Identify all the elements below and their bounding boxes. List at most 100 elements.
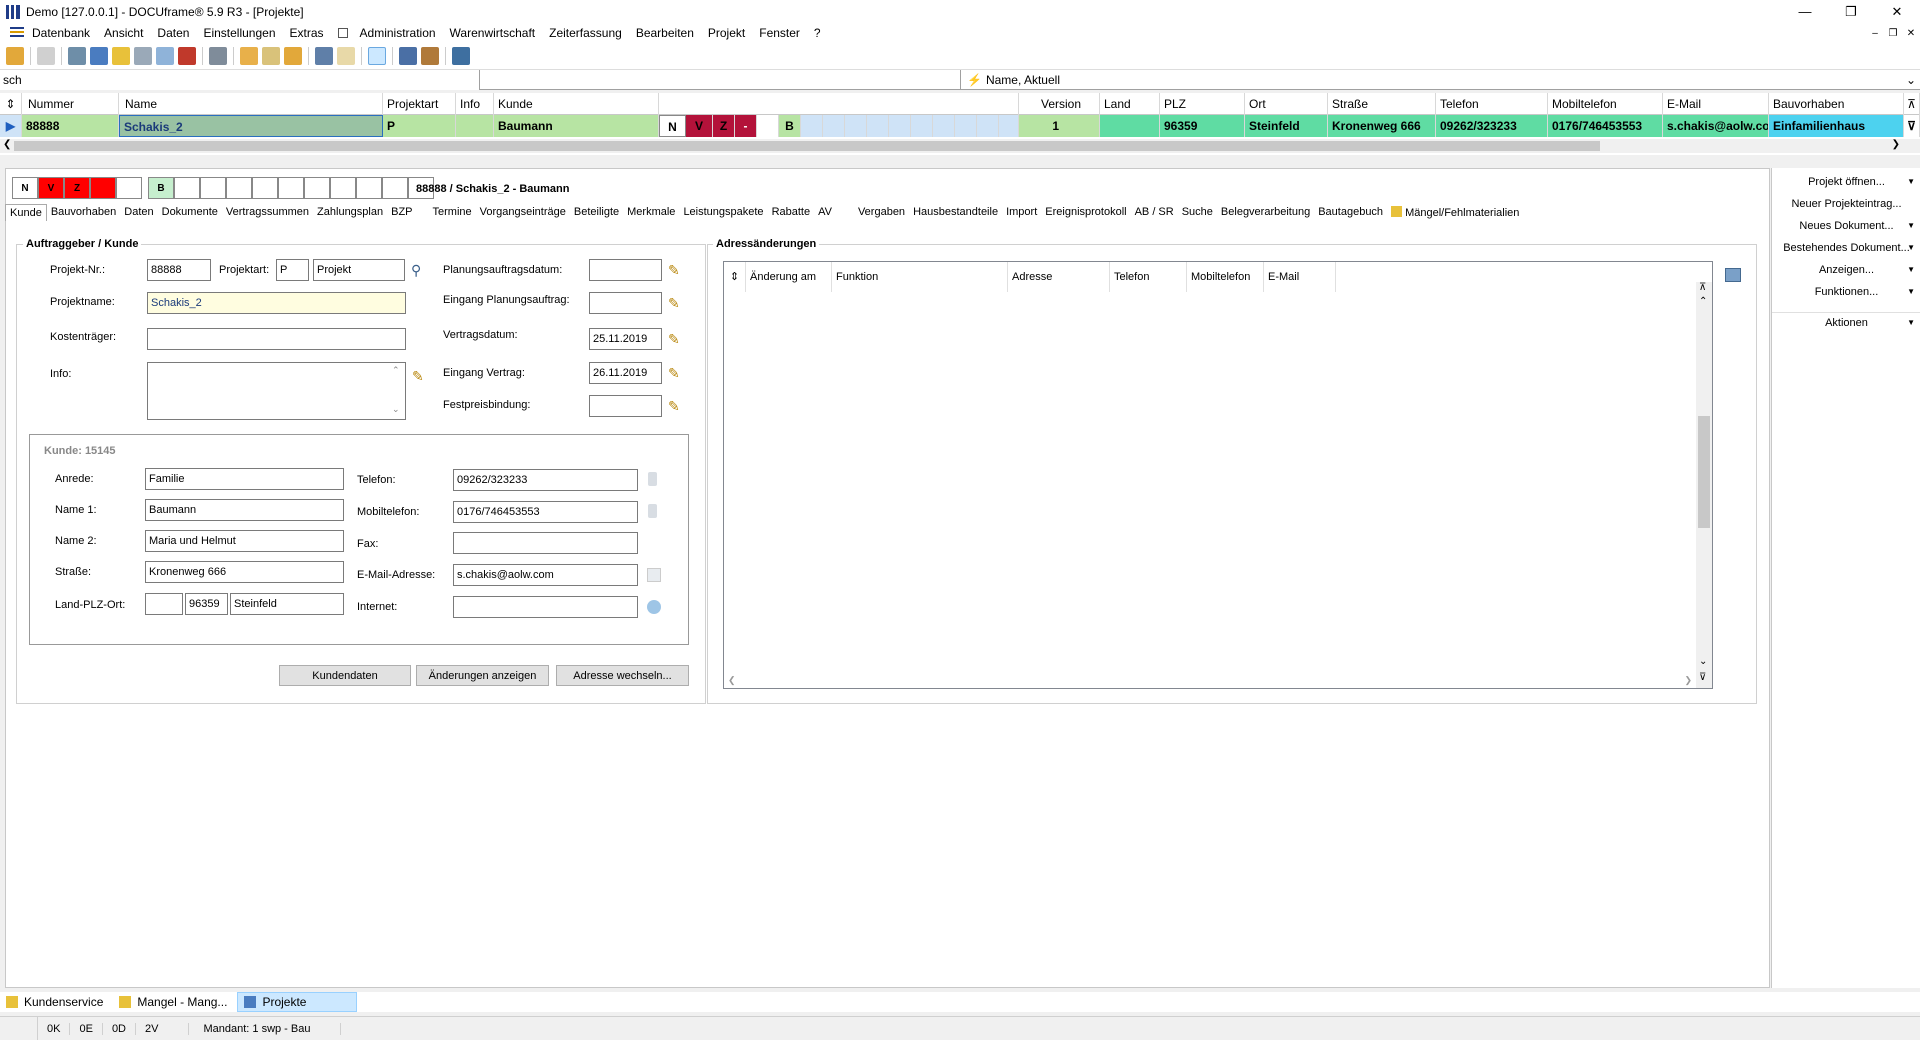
- info-field[interactable]: [147, 362, 406, 420]
- scroll-top-icon[interactable]: ⊼: [1904, 93, 1920, 115]
- col-flags[interactable]: [659, 93, 1019, 115]
- telefon-field[interactable]: 09262/323233: [453, 469, 638, 491]
- eingang-planung-field[interactable]: [589, 292, 662, 314]
- col-bauvorhaben[interactable]: Bauvorhaben: [1769, 93, 1904, 115]
- tab-leistungspakete[interactable]: Leistungspakete: [679, 204, 767, 221]
- info-scroll-up-icon[interactable]: ⌃: [392, 365, 400, 376]
- tab-beteiligte[interactable]: Beteiligte: [570, 204, 623, 221]
- pencil-icon[interactable]: ✎: [668, 262, 680, 279]
- menu-projekt[interactable]: Projekt: [708, 26, 745, 40]
- neuer-projekteintrag-button[interactable]: Neuer Projekteintrag...: [1772, 194, 1920, 214]
- adresse-wechseln-button[interactable]: Adresse wechseln...: [556, 665, 689, 686]
- col-name[interactable]: Name: [119, 93, 383, 115]
- phone-icon[interactable]: [648, 472, 657, 486]
- scroll-bottom-icon[interactable]: ⊽: [1699, 672, 1706, 683]
- address-change-list[interactable]: ⇕ Änderung am Funktion Adresse Telefon M…: [723, 261, 1713, 689]
- menu-ansicht[interactable]: Ansicht: [104, 26, 143, 40]
- name2-field[interactable]: Maria und Helmut: [145, 530, 344, 552]
- mdi-restore-button[interactable]: ❐: [1884, 23, 1902, 43]
- projektart-code-field[interactable]: P: [276, 259, 309, 281]
- cell-bauvorhaben[interactable]: Einfamilienhaus: [1769, 115, 1904, 137]
- aenderungen-button[interactable]: Änderungen anzeigen: [416, 665, 549, 686]
- addr-col-aenderung[interactable]: Änderung am: [746, 262, 832, 292]
- globe-icon[interactable]: [647, 600, 661, 614]
- tools-icon[interactable]: [399, 47, 417, 65]
- col-land[interactable]: Land: [1100, 93, 1160, 115]
- cell-name[interactable]: Schakis_2: [119, 115, 383, 137]
- close-button[interactable]: ✕: [1874, 0, 1920, 23]
- folder-icon[interactable]: [240, 47, 258, 65]
- funktionen-button[interactable]: Funktionen... ▼: [1772, 282, 1920, 302]
- mdi-minimize-button[interactable]: –: [1866, 23, 1884, 43]
- pencil-icon[interactable]: ✎: [412, 368, 424, 385]
- tab-kunde[interactable]: Kunde: [5, 204, 47, 221]
- aktionen-button[interactable]: Aktionen ▼: [1772, 312, 1920, 332]
- tab-vorgangseintraege[interactable]: Vorgangseinträge: [476, 204, 570, 221]
- calendar-icon[interactable]: [178, 47, 196, 65]
- task-projekte[interactable]: Projekte: [237, 992, 358, 1012]
- kundendaten-button[interactable]: Kundendaten: [279, 665, 411, 686]
- pencil-icon[interactable]: ✎: [668, 331, 680, 348]
- search-next-icon[interactable]: [337, 47, 355, 65]
- tab-zahlungsplan[interactable]: Zahlungsplan: [313, 204, 387, 221]
- eingang-vertrag-field[interactable]: 26.11.2019: [589, 362, 662, 384]
- open-icon[interactable]: [6, 47, 24, 65]
- mobil-field[interactable]: 0176/746453553: [453, 501, 638, 523]
- menu-fenster[interactable]: Fenster: [759, 26, 800, 40]
- menu-toolbar-icon[interactable]: [337, 28, 348, 38]
- addr-row-selector-icon[interactable]: ⇕: [724, 262, 746, 292]
- vertical-scrollbar[interactable]: ⊼ ⌃ ⌄ ⊽: [1696, 282, 1712, 688]
- tab-termine[interactable]: Termine: [429, 204, 476, 221]
- name1-field[interactable]: Baumann: [145, 499, 344, 521]
- view-toggle-icon[interactable]: [368, 47, 386, 65]
- projektart-name-field[interactable]: Projekt: [313, 259, 405, 281]
- planungsauftragsdatum-field[interactable]: [589, 259, 662, 281]
- tab-bzp[interactable]: BZP: [387, 204, 416, 221]
- col-kunde[interactable]: Kunde: [494, 93, 659, 115]
- festpreis-field[interactable]: [589, 395, 662, 417]
- col-strasse[interactable]: Straße: [1328, 93, 1436, 115]
- users-icon[interactable]: [421, 47, 439, 65]
- attachment-icon[interactable]: [134, 47, 152, 65]
- mail-icon[interactable]: [262, 47, 280, 65]
- scroll-left-icon[interactable]: ❮: [3, 139, 11, 150]
- export-icon[interactable]: [452, 47, 470, 65]
- menu-bearbeiten[interactable]: Bearbeiten: [636, 26, 694, 40]
- neues-dokument-button[interactable]: Neues Dokument... ▼: [1772, 216, 1920, 236]
- col-nummer[interactable]: Nummer: [22, 93, 119, 115]
- task-mangel[interactable]: Mangel - Mang...: [113, 992, 237, 1012]
- tab-rabatte[interactable]: Rabatte: [768, 204, 815, 221]
- cell-land[interactable]: [1100, 115, 1160, 137]
- addr-col-funktion[interactable]: Funktion: [832, 262, 1008, 292]
- kostentraeger-field[interactable]: [147, 328, 406, 350]
- menu-datenbank[interactable]: Datenbank: [32, 26, 90, 40]
- scrollbar-thumb[interactable]: [14, 141, 1600, 151]
- col-version[interactable]: Version: [1019, 93, 1100, 115]
- search-icon[interactable]: ⚲: [411, 262, 421, 279]
- table-row[interactable]: ▶ 88888 Schakis_2 P Baumann N V Z - B 1 …: [0, 115, 1920, 137]
- menu-einstellungen[interactable]: Einstellungen: [203, 26, 275, 40]
- export-list-icon[interactable]: [1725, 268, 1741, 282]
- grid-row-selector-icon[interactable]: ⇕: [0, 93, 22, 115]
- task-kundenservice[interactable]: Kundenservice: [0, 992, 113, 1012]
- menu-warenwirtschaft[interactable]: Warenwirtschaft: [450, 26, 536, 40]
- col-plz[interactable]: PLZ: [1160, 93, 1245, 115]
- tab-bauvorhaben[interactable]: Bauvorhaben: [47, 204, 120, 221]
- pencil-icon[interactable]: ✎: [668, 398, 680, 415]
- scroll-right-icon[interactable]: ❯: [1892, 139, 1900, 150]
- address-icon[interactable]: [156, 47, 174, 65]
- tab-import[interactable]: Import: [1002, 204, 1041, 221]
- addr-col-adresse[interactable]: Adresse: [1008, 262, 1110, 292]
- info-scroll-down-icon[interactable]: ⌄: [392, 404, 400, 415]
- bestehendes-dokument-button[interactable]: Bestehendes Dokument... ▼: [1772, 238, 1920, 258]
- ort-field[interactable]: Steinfeld: [230, 593, 344, 615]
- scroll-up-icon[interactable]: ⌃: [1699, 296, 1707, 307]
- minimize-button[interactable]: —: [1782, 0, 1828, 23]
- col-projektart[interactable]: Projektart: [383, 93, 456, 115]
- anrede-field[interactable]: Familie: [145, 468, 344, 490]
- scroll-left-icon[interactable]: ❮: [728, 675, 736, 686]
- tab-suche[interactable]: Suche: [1178, 204, 1217, 221]
- tab-dokumente[interactable]: Dokumente: [158, 204, 222, 221]
- menu-administration[interactable]: Administration: [360, 26, 436, 40]
- col-mobil[interactable]: Mobiltelefon: [1548, 93, 1663, 115]
